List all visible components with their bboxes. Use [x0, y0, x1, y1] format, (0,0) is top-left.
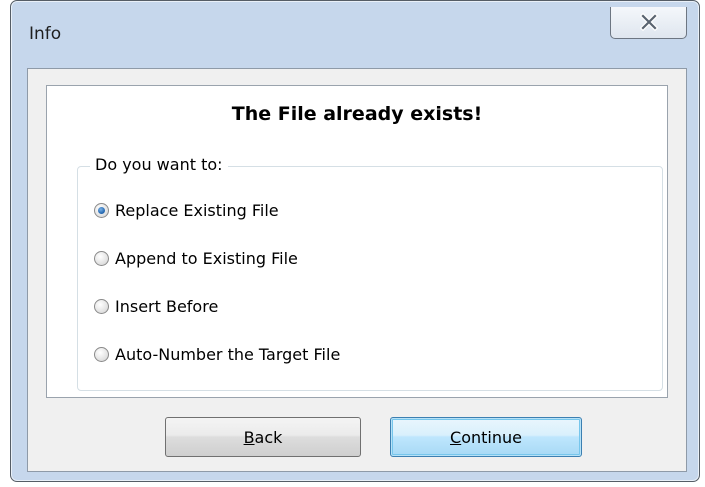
option-auto-number-target-file[interactable]: Auto-Number the Target File [94, 341, 340, 367]
continue-button[interactable]: Continue [390, 417, 582, 457]
back-button-mnemonic: B [243, 427, 255, 447]
radio-button[interactable] [94, 298, 109, 314]
option-insert-before[interactable]: Insert Before [94, 293, 218, 319]
continue-button-label: ontinue [461, 427, 522, 447]
radio-button[interactable] [94, 250, 109, 266]
options-group-label: Do you want to: [90, 155, 228, 174]
option-label: Auto-Number the Target File [115, 344, 341, 364]
title-bar[interactable]: Info [11, 1, 699, 67]
options-group: Do you want to: Replace Existing File Ap… [77, 155, 663, 391]
back-button[interactable]: Back [165, 417, 361, 457]
option-append-to-existing-file[interactable]: Append to Existing File [94, 245, 298, 271]
option-label: Replace Existing File [115, 200, 279, 220]
option-label: Insert Before [115, 296, 219, 316]
continue-button-mnemonic: C [450, 427, 462, 447]
close-button[interactable] [610, 7, 687, 39]
dialog-window: Info The File already exists! Do you wan… [10, 0, 700, 482]
close-icon [639, 13, 659, 31]
dialog-client-area: The File already exists! Do you want to:… [27, 68, 687, 472]
window-title: Info [29, 24, 62, 44]
dialog-heading: The File already exists! [231, 103, 483, 125]
content-panel: The File already exists! Do you want to:… [46, 85, 668, 398]
option-label: Append to Existing File [115, 248, 298, 268]
radio-button[interactable] [94, 202, 109, 218]
back-button-label: ack [254, 427, 283, 447]
option-replace-existing-file[interactable]: Replace Existing File [94, 197, 279, 223]
radio-button[interactable] [94, 346, 109, 362]
